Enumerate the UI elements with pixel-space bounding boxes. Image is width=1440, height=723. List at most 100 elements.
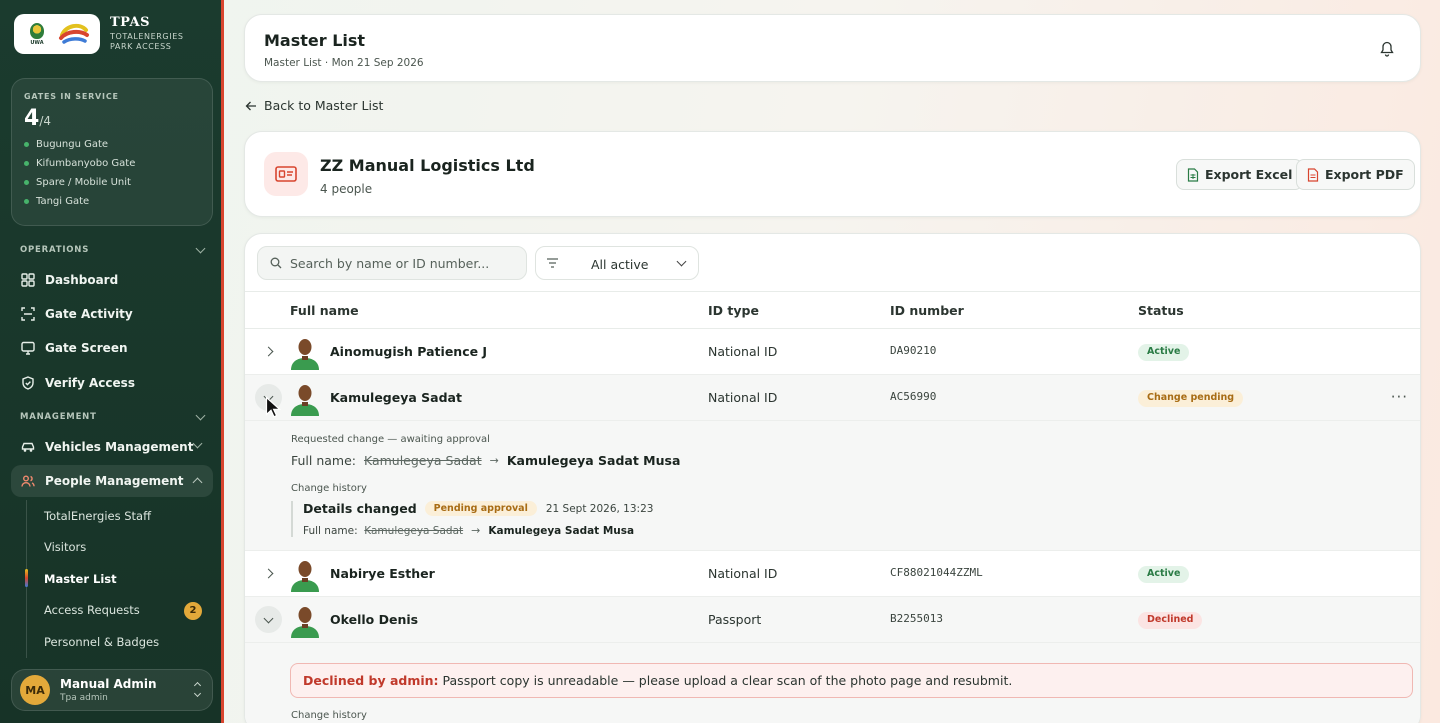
operations-section[interactable]: OPERATIONS [20,243,206,255]
arrow-left-icon [245,101,256,110]
scan-icon [21,307,35,321]
chevron-down-icon [192,438,203,449]
nav-gate-activity[interactable]: Gate Activity [11,298,213,330]
uwa-logo: UWA [24,19,50,49]
change-history-label: Change history [291,483,367,494]
col-id-type[interactable]: ID type [708,303,759,318]
person-name: Okello Denis [330,612,419,627]
grid-icon [21,273,35,287]
status-badge: Active [1138,344,1190,361]
people-count: 4 people [320,182,373,196]
breadcrumb: Master List · Mon 21 Sep 2026 [264,57,424,69]
table-row[interactable]: Kamulegeya Sadat National ID AC56990 Cha… [245,375,1420,421]
sidebar: UWA TPAS TOTALENERGIES PARK ACCESS GATES… [0,0,224,723]
export-pdf-button[interactable]: Export PDF [1296,159,1415,190]
search-input[interactable]: Search by name or ID number... [257,246,527,280]
mouse-cursor-icon [265,396,281,418]
nav-gate-screen[interactable]: Gate Screen [11,332,213,364]
search-icon [270,257,282,269]
subnav-item-personnel-badges[interactable]: Personnel & Badges [27,626,212,658]
monitor-icon [21,341,35,355]
status-dot-icon [24,141,29,147]
more-options-icon[interactable]: ··· [1391,388,1408,406]
user-menu[interactable]: MA Manual Admin Tpa admin [11,669,213,711]
history-timestamp: 21 Sept 2026, 13:23 [545,502,654,515]
person-avatar [291,607,319,638]
pending-change-detail: Requested change — awaiting approval Ful… [245,421,1420,551]
table-row[interactable]: Okello Denis Passport B2255013 Declined [245,597,1420,643]
pdf-file-icon [1307,167,1319,182]
col-status[interactable]: Status [1138,303,1184,318]
id-number: CF88021044ZZML [890,566,983,579]
chevron-down-icon [676,256,687,267]
col-id-number[interactable]: ID number [890,303,964,318]
nav-dashboard[interactable]: Dashboard [11,264,213,296]
subnav-item-visitors[interactable]: Visitors [27,532,212,564]
id-type: Passport [708,612,762,627]
collapse-button[interactable] [255,606,282,633]
status-filter-select[interactable]: All active [535,246,699,280]
id-number: B2255013 [890,612,943,625]
expand-button[interactable] [255,560,282,587]
table-row[interactable]: Ainomugish Patience J National ID DA9021… [245,329,1420,375]
person-avatar [291,385,319,416]
subnav-item-totalenergies-staff[interactable]: TotalEnergies Staff [27,500,212,532]
chevron-updown-icon [193,681,202,698]
filter-value: All active [591,257,649,272]
excel-file-icon [1187,167,1199,182]
change-history-label: Change history [291,710,367,721]
avatar: MA [20,675,50,705]
management-section[interactable]: MANAGEMENT [20,410,206,422]
gate-item: Tangi Gate [24,195,200,207]
brand-title: TPAS [110,15,150,30]
brand[interactable]: UWA TPAS TOTALENERGIES PARK ACCESS [14,14,196,54]
status-badge: Active [1138,566,1190,583]
page-title: Master List [264,31,366,50]
id-number: DA90210 [890,344,937,357]
status-dot-icon [24,160,29,166]
totalenergies-logo [59,23,89,44]
gates-label: GATES IN SERVICE [24,92,119,101]
col-full-name[interactable]: Full name [290,303,359,318]
nav-vehicles-management[interactable]: Vehicles Management [11,431,213,463]
subnav-item-master-list[interactable]: Master List [25,563,212,595]
nav-people-management[interactable]: People Management [11,465,213,497]
bell-icon[interactable] [1380,41,1394,57]
gate-item: Spare / Mobile Unit [24,176,200,188]
declined-detail: Declined by admin: Passport copy is unre… [245,643,1420,723]
status-badge: Declined [1138,612,1203,629]
arrow-right-icon: → [471,524,481,537]
id-card-icon [264,152,308,196]
person-name: Ainomugish Patience J [330,344,488,359]
person-name: Nabirye Esther [330,566,435,581]
chevron-up-icon [192,477,203,488]
table-header: Full name ID type ID number Status [245,291,1420,329]
count-badge: 2 [184,601,202,620]
person-name: Kamulegeya Sadat [330,390,462,405]
export-excel-button[interactable]: Export Excel [1176,159,1304,190]
id-type: National ID [708,344,778,359]
status-dot-icon [24,179,29,185]
nav-verify-access[interactable]: Verify Access [11,367,213,399]
requested-change: Full name: Kamulegeya Sadat → Kamulegeya… [291,453,681,468]
status-dot-icon [24,198,29,204]
id-type: National ID [708,566,778,581]
chevron-down-icon [195,243,206,254]
chevron-right-icon [263,346,274,357]
company-name: ZZ Manual Logistics Ltd [320,156,535,175]
subnav-item-access-requests[interactable]: Access Requests 2 [27,595,212,627]
gate-item: Kifumbanyobo Gate [24,157,200,169]
back-to-master-list-link[interactable]: Back to Master List [245,98,383,113]
expand-button[interactable] [255,338,282,365]
company-card: ZZ Manual Logistics Ltd 4 people Export … [244,131,1421,217]
table-row[interactable]: Nabirye Esther National ID CF88021044ZZM… [245,551,1420,597]
person-avatar [291,339,319,370]
id-number: AC56990 [890,390,937,403]
status-badge: Change pending [1138,390,1244,407]
page-header: Master List Master List · Mon 21 Sep 202… [244,14,1421,82]
decline-reason: Declined by admin: Passport copy is unre… [290,663,1413,698]
arrow-right-icon: → [489,454,499,467]
chevron-down-icon [263,613,274,623]
chevron-down-icon [195,410,206,421]
users-icon [21,475,35,487]
